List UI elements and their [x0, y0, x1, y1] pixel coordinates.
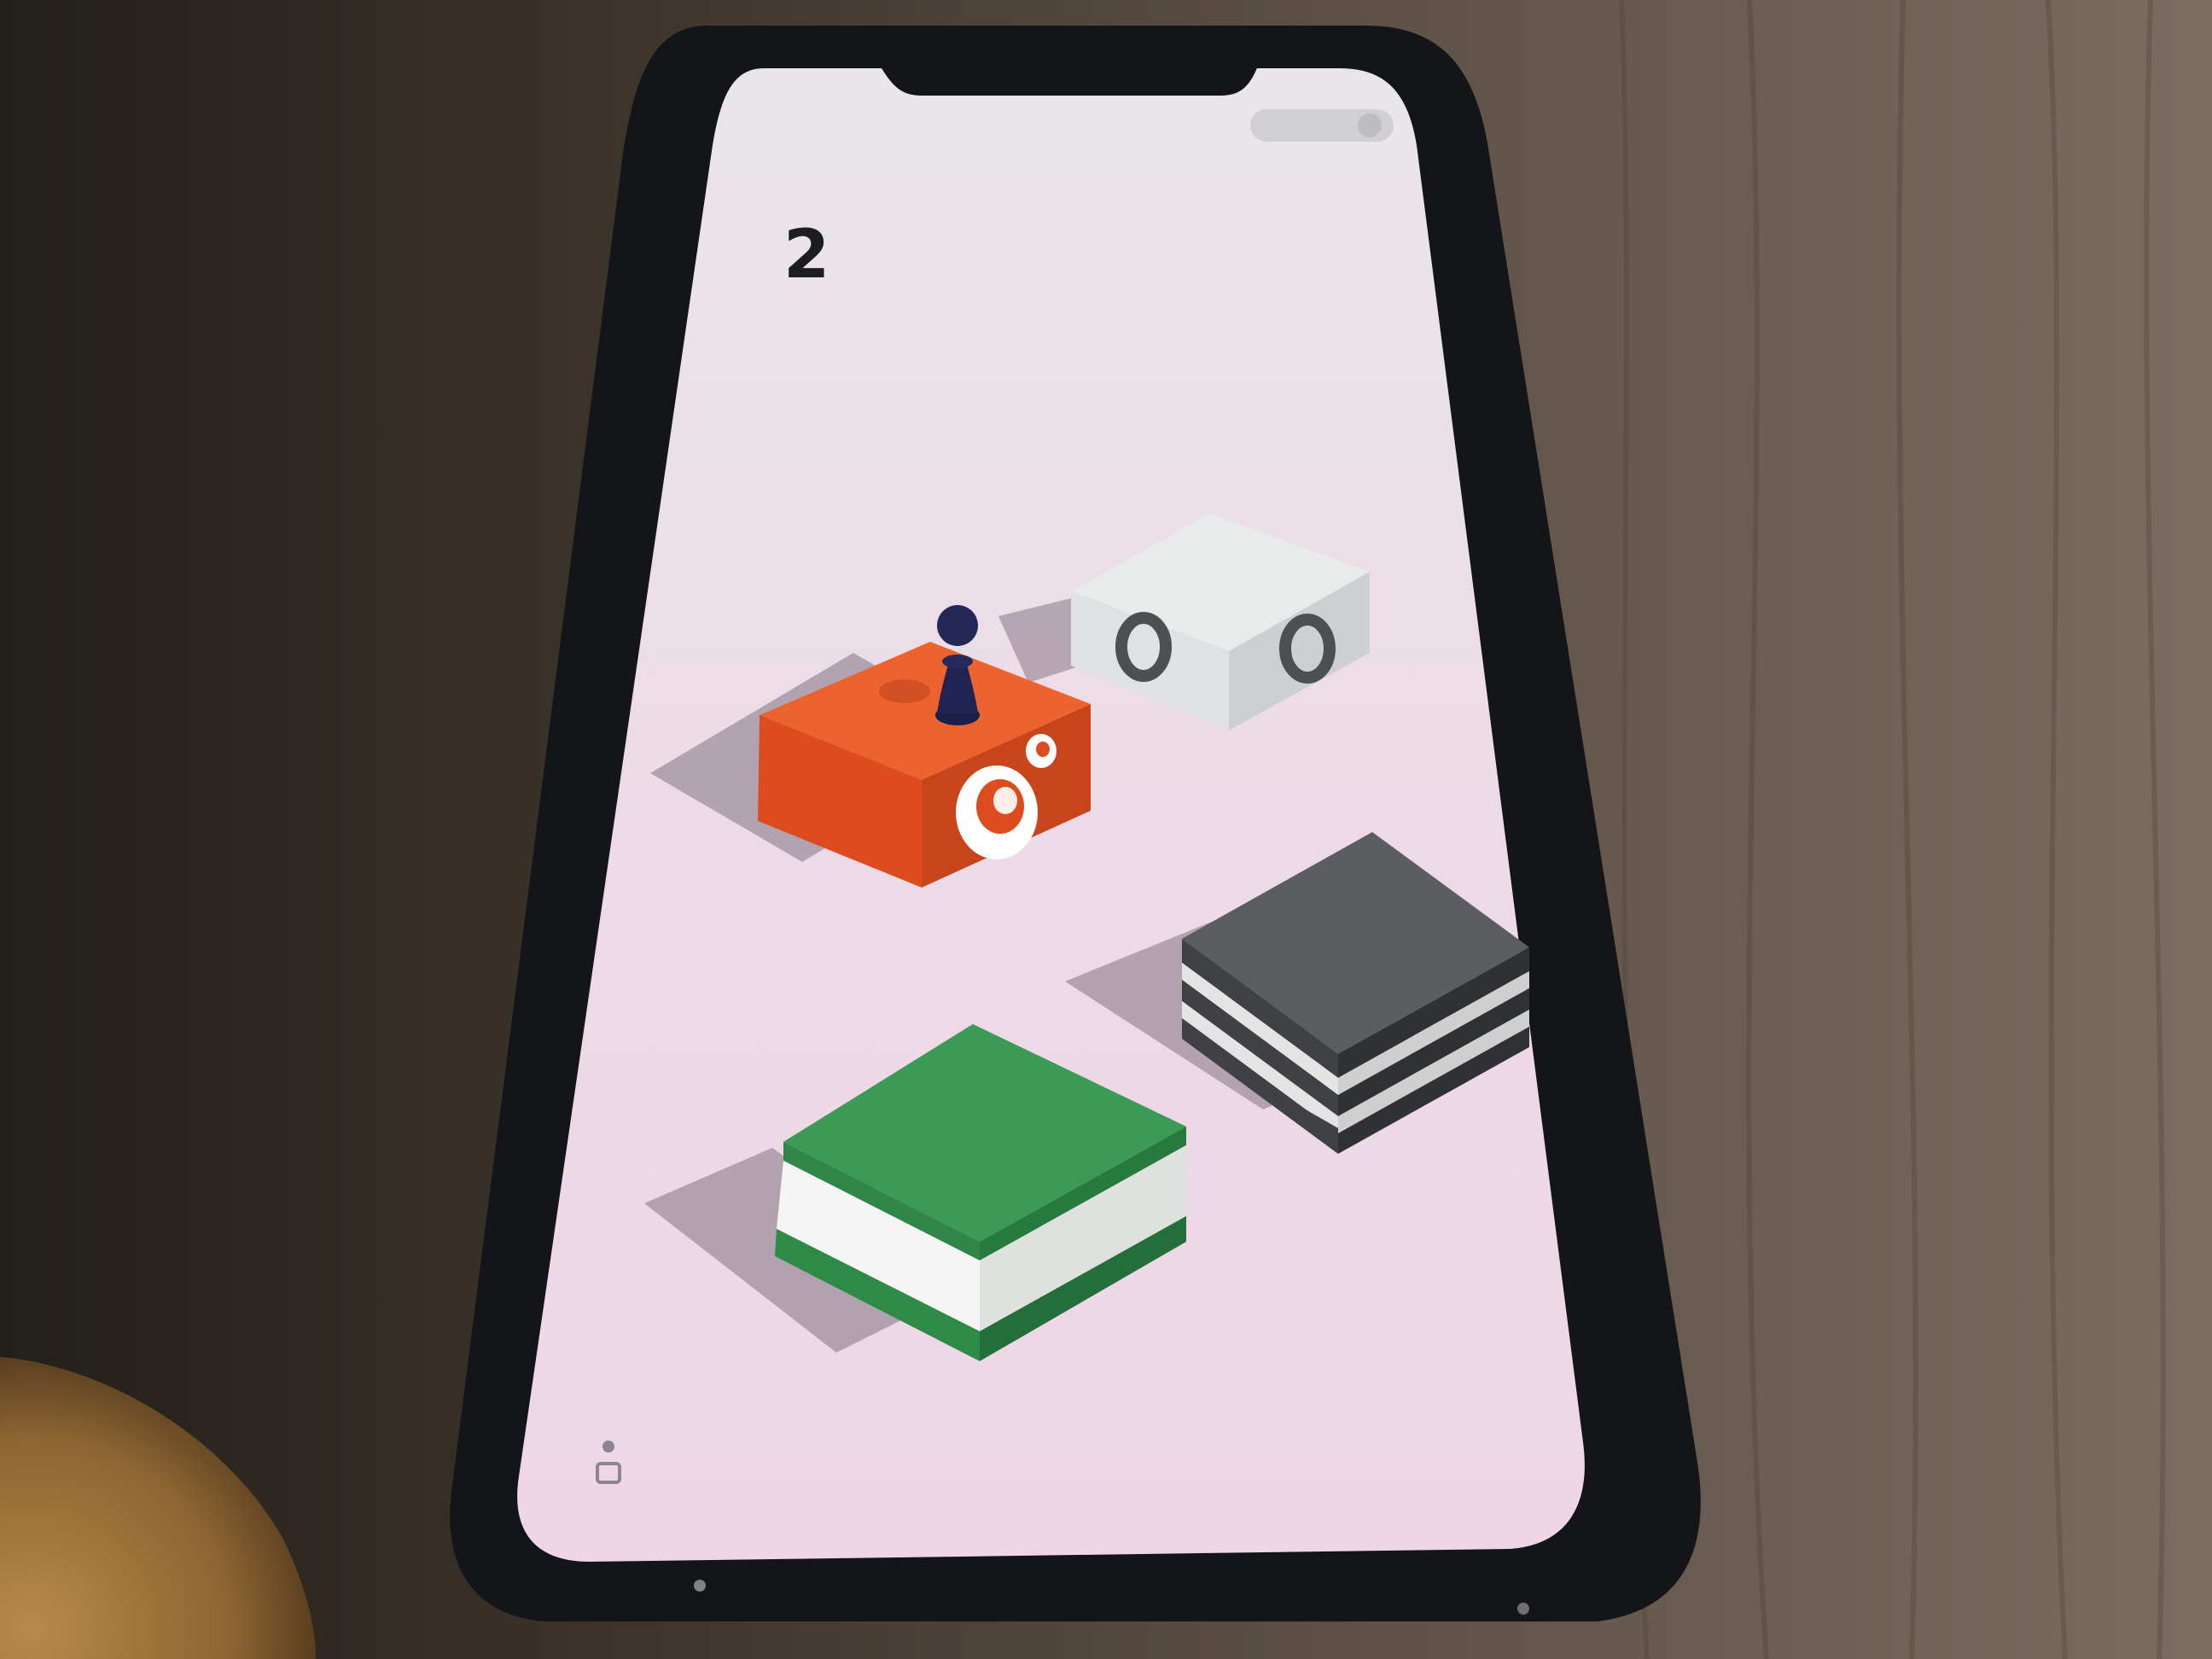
phone-notch [879, 64, 1259, 96]
pawn-shadow [879, 679, 930, 703]
scene: 2 [0, 0, 2212, 1659]
score-counter: 2 [783, 217, 830, 294]
phone-speaker-dot [1517, 1603, 1529, 1615]
phone-speaker-dot [694, 1580, 706, 1592]
toggle-knob-icon [1358, 114, 1382, 137]
